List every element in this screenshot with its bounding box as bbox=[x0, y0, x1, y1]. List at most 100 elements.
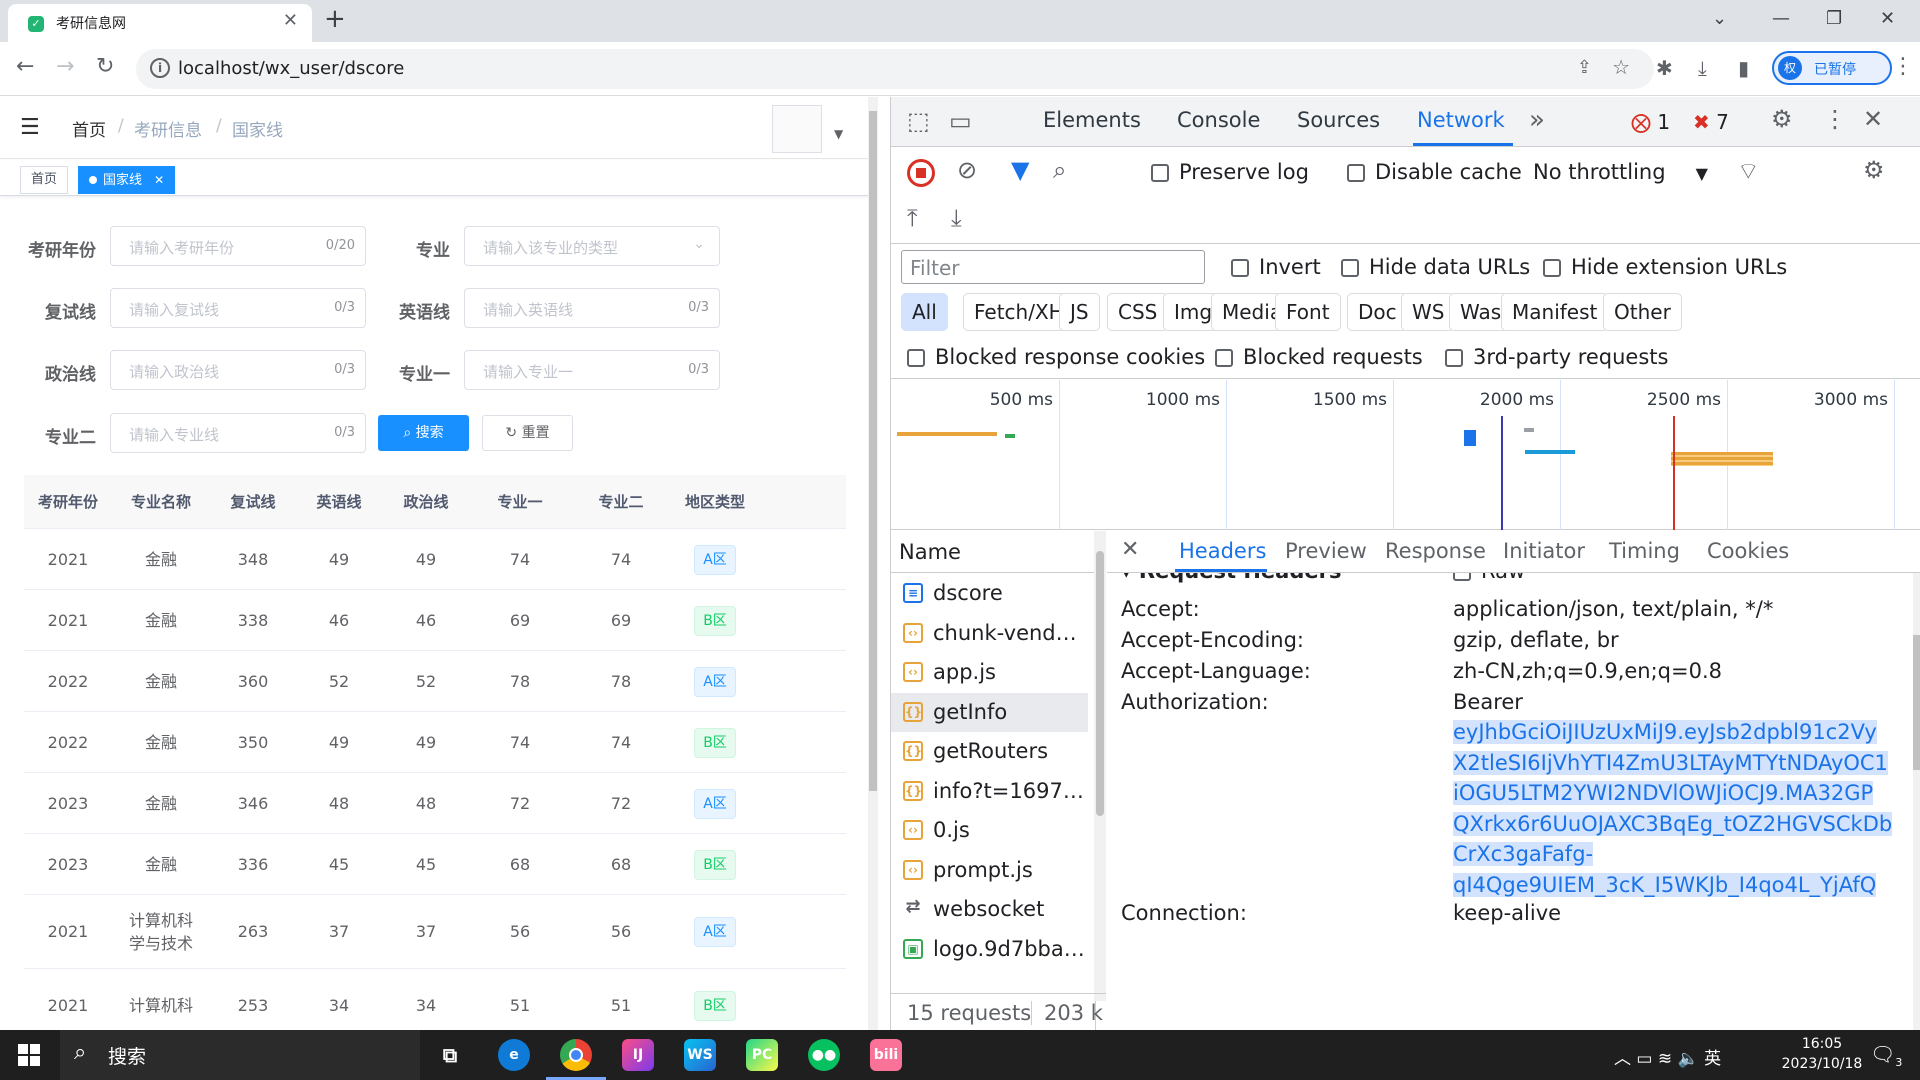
subtab-headers[interactable]: Headers bbox=[1179, 539, 1266, 563]
type-filter-doc[interactable]: Doc bbox=[1347, 293, 1408, 331]
type-filter-all[interactable]: All bbox=[901, 293, 948, 331]
subtab-initiator[interactable]: Initiator bbox=[1503, 539, 1585, 563]
forward-icon[interactable]: → bbox=[56, 54, 74, 79]
address-bar[interactable]: i localhost/wx_user/dscore ⇪ ☆ bbox=[136, 49, 1654, 89]
chrome-icon[interactable] bbox=[546, 1039, 606, 1080]
name-column-header[interactable]: Name bbox=[891, 531, 1096, 573]
sub2-input[interactable]: 请输入专业线 0/3 bbox=[110, 413, 366, 453]
request-row[interactable]: ‹› app.js bbox=[891, 653, 1088, 692]
issue-count[interactable]: ✖ 7 bbox=[1693, 110, 1729, 134]
webstorm-icon[interactable]: WS bbox=[684, 1039, 716, 1071]
edge-icon[interactable]: e bbox=[498, 1039, 530, 1071]
close-window-button[interactable]: ✕ bbox=[1880, 8, 1895, 29]
user-avatar[interactable] bbox=[772, 105, 822, 153]
tab-sources[interactable]: Sources bbox=[1297, 108, 1380, 132]
browser-menu-icon[interactable]: ⋮ bbox=[1892, 54, 1914, 79]
wechat-icon[interactable]: ●● bbox=[808, 1039, 840, 1071]
third-party-checkbox[interactable]: 3rd-party requests bbox=[1445, 345, 1668, 369]
network-settings-gear-icon[interactable]: ⚙ bbox=[1863, 156, 1885, 184]
ime-indicator[interactable]: 英 bbox=[1704, 1049, 1721, 1069]
clear-icon[interactable]: ⊘ bbox=[957, 156, 977, 184]
request-headers-section[interactable]: ▾ Request Headers bbox=[1121, 573, 1341, 583]
retest-input[interactable]: 请输入复试线 0/3 bbox=[110, 288, 366, 328]
bookmark-star-icon[interactable]: ☆ bbox=[1612, 55, 1630, 79]
politics-input[interactable]: 请输入政治线 0/3 bbox=[110, 350, 366, 390]
type-filter-css[interactable]: CSS bbox=[1107, 293, 1169, 331]
site-info-icon[interactable]: i bbox=[150, 58, 170, 78]
inspect-element-icon[interactable]: ⬚ bbox=[907, 107, 930, 135]
close-detail-icon[interactable]: ✕ bbox=[1121, 537, 1139, 562]
table-row[interactable]: 2021 金融 338 46 46 69 69 B区 bbox=[24, 590, 846, 651]
request-row[interactable]: ‹› chunk-vendors.js bbox=[891, 614, 1088, 653]
scrollbar-thumb[interactable] bbox=[1913, 635, 1920, 770]
year-input[interactable]: 请输入考研年份 0/20 bbox=[110, 226, 366, 266]
tag-home[interactable]: 首页 bbox=[20, 166, 69, 194]
request-row[interactable]: ⇄ websocket bbox=[891, 890, 1088, 929]
tab-search-icon[interactable]: ⌄ bbox=[1712, 8, 1727, 29]
table-row[interactable]: 2023 金融 336 45 45 68 68 B区 bbox=[24, 834, 846, 895]
table-row[interactable]: 2023 金融 346 48 48 72 72 A区 bbox=[24, 773, 846, 834]
request-row[interactable]: ≡ dscore bbox=[891, 574, 1088, 613]
request-row[interactable]: ‹› 0.js bbox=[891, 811, 1088, 850]
caret-down-icon[interactable]: ▼ bbox=[834, 127, 843, 141]
side-panel-icon[interactable]: ▮ bbox=[1738, 56, 1749, 80]
raw-toggle[interactable]: Raw bbox=[1453, 573, 1525, 583]
reset-button[interactable]: ↻ 重置 bbox=[482, 415, 573, 451]
page-scrollbar[interactable] bbox=[868, 97, 878, 1030]
disable-cache-checkbox[interactable]: Disable cache bbox=[1347, 160, 1522, 184]
close-tag-icon[interactable]: ✕ bbox=[154, 173, 164, 187]
network-overview-timeline[interactable]: 500 ms 1000 ms 1500 ms 2000 ms 2500 ms 3… bbox=[891, 380, 1920, 530]
type-filter-other[interactable]: Other bbox=[1603, 293, 1682, 331]
show-hidden-icon[interactable]: ︿ bbox=[1614, 1049, 1631, 1069]
type-filter-font[interactable]: Font bbox=[1275, 293, 1341, 331]
hamburger-icon[interactable]: ☰ bbox=[20, 115, 40, 140]
share-icon[interactable]: ⇪ bbox=[1577, 57, 1592, 78]
english-input[interactable]: 请输入英语线 0/3 bbox=[464, 288, 720, 328]
notification-icon[interactable]: 🗨3 bbox=[1870, 1042, 1902, 1069]
settings-gear-icon[interactable]: ⚙ bbox=[1771, 105, 1793, 133]
url-text[interactable]: localhost/wx_user/dscore bbox=[178, 58, 404, 79]
export-har-icon[interactable]: ⤓ bbox=[951, 204, 962, 232]
filter-icon[interactable]: ▼ bbox=[1011, 156, 1029, 184]
request-row[interactable]: {} getInfo bbox=[891, 692, 1088, 732]
table-row[interactable]: 2022 金融 350 49 49 74 74 B区 bbox=[24, 712, 846, 773]
hide-data-urls-checkbox[interactable]: Hide data URLs bbox=[1341, 255, 1530, 279]
blocked-cookies-checkbox[interactable]: Blocked response cookies bbox=[907, 345, 1205, 369]
tab-console[interactable]: Console bbox=[1177, 108, 1260, 132]
type-filter-js[interactable]: JS bbox=[1059, 293, 1100, 331]
table-row[interactable]: 2021 金融 348 49 49 74 74 A区 bbox=[24, 529, 846, 590]
task-view-icon[interactable]: ⧉ bbox=[434, 1039, 466, 1071]
wifi-icon[interactable]: ≋ bbox=[1658, 1049, 1672, 1069]
browser-tab[interactable]: ✓ 考研信息网 ✕ bbox=[8, 4, 312, 42]
hide-ext-urls-checkbox[interactable]: Hide extension URLs bbox=[1543, 255, 1787, 279]
request-list-scrollbar[interactable] bbox=[1094, 531, 1106, 1001]
subtab-response[interactable]: Response bbox=[1385, 539, 1486, 563]
reload-icon[interactable]: ↻ bbox=[96, 54, 114, 79]
network-conditions-icon[interactable]: ⌔ bbox=[1737, 156, 1760, 186]
device-toolbar-icon[interactable]: ▭ bbox=[949, 107, 972, 135]
tab-elements[interactable]: Elements bbox=[1043, 108, 1141, 132]
type-filter-manifest[interactable]: Manifest bbox=[1501, 293, 1609, 331]
download-icon[interactable]: ⤓ bbox=[1698, 56, 1707, 80]
minimize-button[interactable]: — bbox=[1772, 8, 1790, 29]
windows-start-icon[interactable] bbox=[18, 1044, 40, 1066]
search-button[interactable]: ⌕ 搜索 bbox=[378, 415, 469, 451]
subtab-timing[interactable]: Timing bbox=[1609, 539, 1680, 563]
tag-active[interactable]: 国家线 ✕ bbox=[78, 166, 176, 194]
close-devtools-icon[interactable]: ✕ bbox=[1863, 105, 1883, 133]
intellij-icon[interactable]: IJ bbox=[622, 1039, 654, 1071]
throttling-select[interactable]: No throttling ▼ bbox=[1533, 160, 1708, 184]
subtab-cookies[interactable]: Cookies bbox=[1707, 539, 1789, 563]
type-filter-ws[interactable]: WS bbox=[1401, 293, 1456, 331]
battery-icon[interactable]: ▭ bbox=[1636, 1049, 1652, 1069]
subtab-preview[interactable]: Preview bbox=[1285, 539, 1367, 563]
search-icon[interactable]: ⌕ bbox=[1053, 156, 1066, 184]
bilibili-icon[interactable]: bili bbox=[870, 1039, 902, 1071]
error-count[interactable]: ⨂ 1 bbox=[1631, 110, 1670, 134]
table-row[interactable]: 2021 计算机科学与技术 263 37 37 56 56 A区 bbox=[24, 895, 846, 969]
pycharm-icon[interactable]: PC bbox=[746, 1039, 778, 1071]
record-stop-icon[interactable] bbox=[907, 159, 935, 187]
filter-input[interactable]: Filter bbox=[901, 250, 1205, 284]
detail-scrollbar[interactable] bbox=[1913, 573, 1920, 1030]
request-row[interactable]: {} getRouters bbox=[891, 732, 1088, 771]
